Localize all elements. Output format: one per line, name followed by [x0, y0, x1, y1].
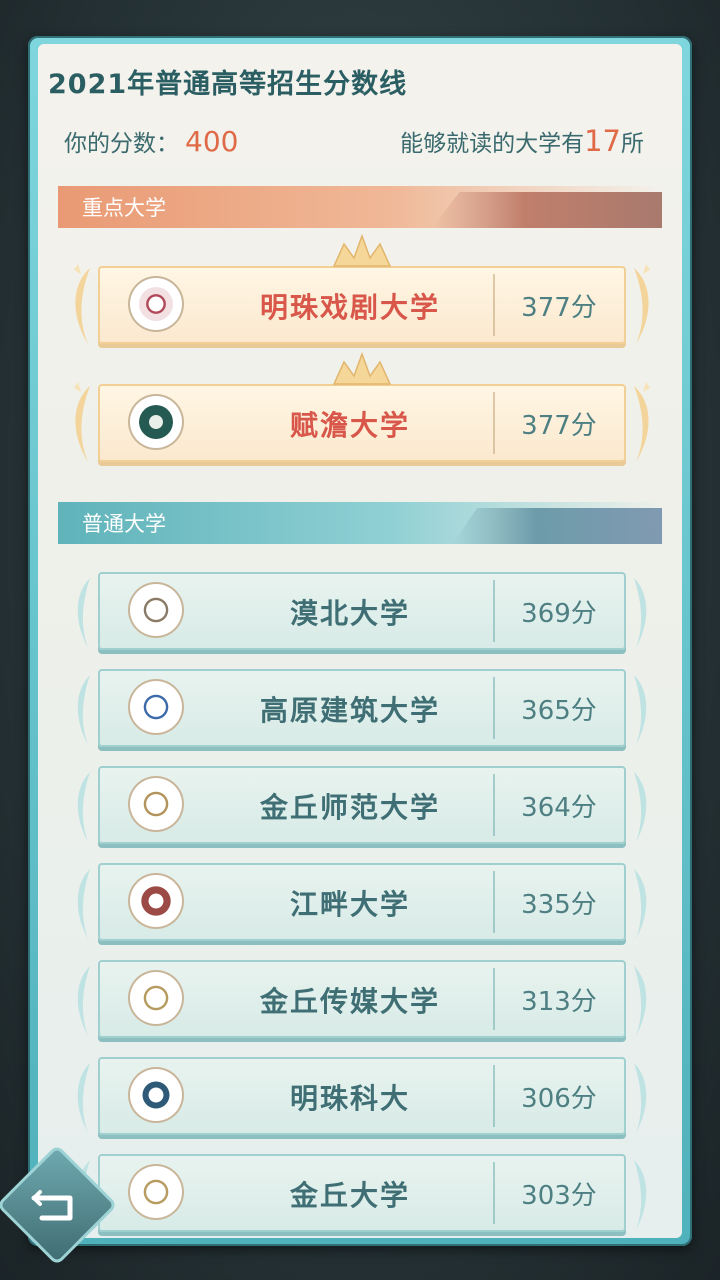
card-divider: [493, 580, 495, 642]
eligible-count: 能够就读的大学有17所: [400, 124, 644, 158]
laurel-wing-icon: [634, 382, 650, 462]
university-score: 364分: [521, 793, 597, 823]
section-key-universities: 重点大学: [58, 186, 662, 228]
university-name: 赋澹大学: [289, 409, 410, 442]
university-name: 明珠戏剧大学: [259, 291, 440, 324]
section-normal-ribbon: [452, 508, 662, 544]
laurel-wing-icon: [634, 675, 647, 745]
card-divider: [493, 871, 495, 933]
university-card[interactable]: 金丘大学 303分: [77, 1154, 647, 1232]
normal-univ-emblem-icon: [130, 778, 182, 830]
laurel-wing-icon: [77, 772, 90, 842]
laurel-wing-icon: [74, 382, 90, 462]
riverside-emblem-icon: [130, 875, 182, 927]
university-score: 377分: [521, 293, 597, 323]
section-key-ribbon: [432, 192, 662, 228]
laurel-wing-icon: [77, 966, 90, 1036]
laurel-wing-icon: [634, 1160, 647, 1230]
university-card[interactable]: 江畔大学 335分: [77, 863, 647, 941]
score-panel: 2021年普通高等招生分数线 你的分数： 400 能够就读的大学有17所 重点大学…: [38, 44, 682, 1238]
crown-icon: [332, 352, 392, 385]
drama-emblem-icon: [130, 278, 182, 330]
count-prefix: 能够就读的大学有: [400, 131, 585, 157]
card-divider: [493, 1162, 495, 1224]
back-arrow-icon: [31, 1190, 73, 1221]
your-score: 你的分数： 400: [64, 124, 238, 158]
university-score: 369分: [521, 599, 597, 629]
page-title: 2021年普通高等招生分数线: [48, 69, 408, 100]
laurel-wing-icon: [77, 1063, 90, 1133]
university-name: 金丘传媒大学: [259, 985, 440, 1018]
university-card[interactable]: 漠北大学 369分: [77, 572, 647, 650]
university-card[interactable]: 明珠科大 306分: [77, 1057, 647, 1135]
laurel-wing-icon: [634, 578, 647, 648]
laurel-wing-icon: [634, 772, 647, 842]
laurel-wing-icon: [77, 578, 90, 648]
card-divider: [493, 274, 495, 336]
jinqiu-emblem-icon: [130, 1166, 182, 1218]
university-name: 江畔大学: [289, 888, 410, 921]
laurel-wing-icon: [634, 966, 647, 1036]
university-score: 306分: [521, 1084, 597, 1114]
laurel-wing-icon: [77, 869, 90, 939]
card-divider: [493, 1065, 495, 1127]
university-card[interactable]: 金丘师范大学 364分: [77, 766, 647, 844]
card-divider: [493, 774, 495, 836]
university-score: 303分: [521, 1181, 597, 1211]
university-score: 365分: [521, 696, 597, 726]
count-value: 17: [584, 124, 621, 158]
laurel-wing-icon: [74, 264, 90, 344]
mobei-emblem-icon: [130, 584, 182, 636]
university-name: 明珠科大: [289, 1082, 410, 1115]
section-key-label: 重点大学: [82, 196, 166, 220]
card-divider: [493, 968, 495, 1030]
university-card[interactable]: 高原建筑大学 365分: [77, 669, 647, 747]
university-card[interactable]: 金丘传媒大学 313分: [77, 960, 647, 1038]
media-emblem-icon: [130, 972, 182, 1024]
university-name: 高原建筑大学: [259, 694, 440, 727]
count-suffix: 所: [621, 131, 644, 157]
crown-icon: [332, 234, 392, 267]
laurel-wing-icon: [634, 264, 650, 344]
university-name: 金丘大学: [289, 1179, 410, 1212]
card-divider: [493, 392, 495, 454]
university-score: 313分: [521, 987, 597, 1017]
laurel-wing-icon: [77, 675, 90, 745]
university-name: 金丘师范大学: [259, 791, 440, 824]
score-label: 你的分数：: [64, 131, 179, 157]
plateau-emblem-icon: [130, 681, 182, 733]
score-value: 400: [185, 125, 239, 158]
architecture-emblem-icon: [130, 396, 182, 448]
university-score: 377分: [521, 411, 597, 441]
university-score: 335分: [521, 890, 597, 920]
section-normal-label: 普通大学: [82, 512, 166, 536]
university-card[interactable]: 明珠戏剧大学 377分: [74, 234, 650, 344]
university-name: 漠北大学: [289, 597, 410, 630]
section-normal-universities: 普通大学: [58, 502, 662, 544]
tech-emblem-icon: [130, 1069, 182, 1121]
card-divider: [493, 677, 495, 739]
laurel-wing-icon: [634, 869, 647, 939]
university-card[interactable]: 赋澹大学 377分: [74, 352, 650, 462]
laurel-wing-icon: [634, 1063, 647, 1133]
